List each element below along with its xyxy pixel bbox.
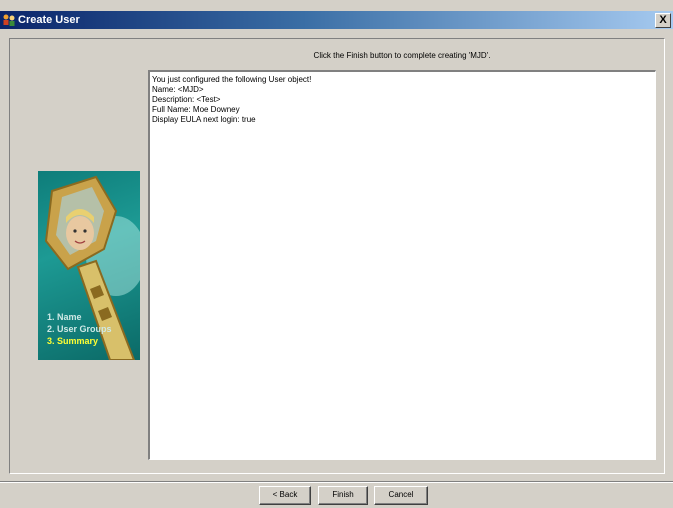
- summary-line: Display EULA next login: true: [152, 115, 256, 124]
- cancel-button[interactable]: Cancel: [374, 486, 428, 505]
- users-icon: [3, 14, 15, 26]
- close-icon: X: [659, 14, 667, 26]
- step-summary: 3. Summary: [47, 336, 99, 346]
- back-button[interactable]: < Back: [259, 486, 311, 505]
- finish-button[interactable]: Finish: [318, 486, 368, 505]
- summary-line: Description: <Test>: [152, 95, 221, 104]
- summary-line: You just configured the following User o…: [152, 75, 312, 84]
- summary-line: Name: <MJD>: [152, 85, 204, 94]
- summary-text-area[interactable]: You just configured the following User o…: [148, 70, 656, 460]
- button-separator: [0, 481, 673, 483]
- wizard-side-image: 1. Name 2. User Groups 3. Summary: [38, 171, 140, 360]
- window-title: Create User: [18, 14, 80, 26]
- close-button[interactable]: X: [655, 13, 671, 28]
- wizard-steps: 1. Name 2. User Groups 3. Summary: [47, 311, 112, 347]
- step-name: 1. Name: [47, 312, 82, 322]
- step-user-groups: 2. User Groups: [47, 324, 112, 334]
- summary-line: Full Name: Moe Downey: [152, 105, 240, 114]
- instruction-text: Click the Finish button to complete crea…: [313, 51, 491, 60]
- title-bar: Create User X: [0, 11, 673, 29]
